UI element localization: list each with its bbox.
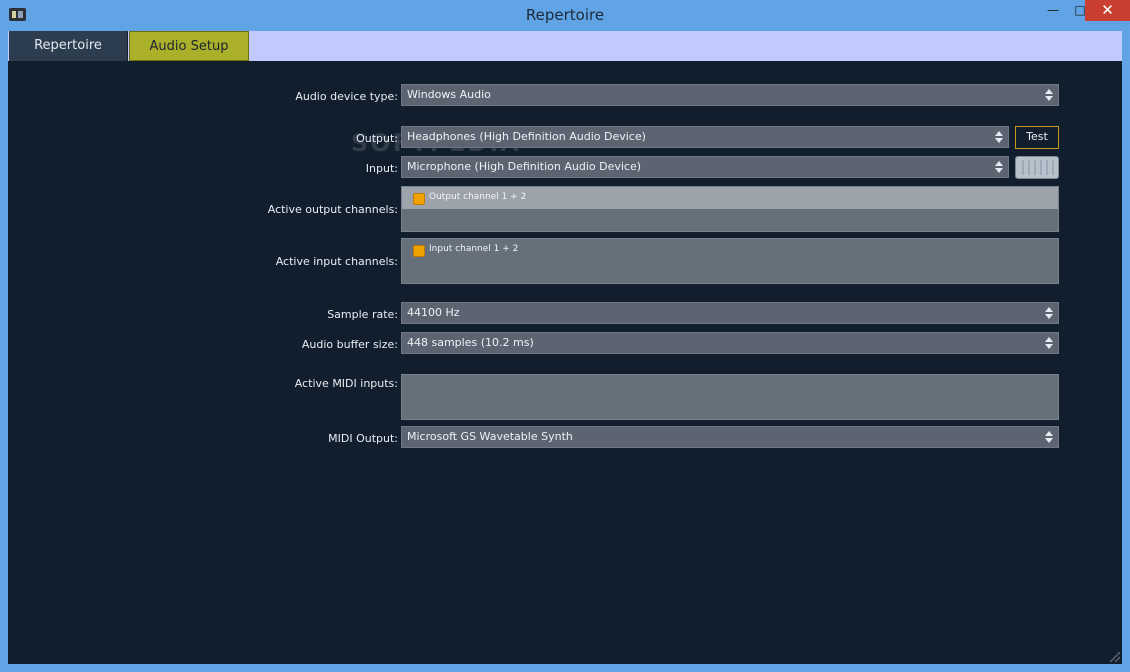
- audio-buffer-size-select[interactable]: 448 samples (10.2 ms): [401, 332, 1059, 354]
- active-input-channels-list[interactable]: Input channel 1 + 2: [401, 238, 1059, 284]
- list-item[interactable]: Input channel 1 + 2: [402, 239, 1058, 261]
- title-bar[interactable]: Repertoire — □ ✕: [0, 0, 1130, 31]
- updown-arrows-icon: [1045, 430, 1053, 444]
- active-midi-inputs-label: Active MIDI inputs:: [294, 377, 398, 390]
- sample-rate-label: Sample rate:: [327, 308, 398, 321]
- active-midi-inputs-list[interactable]: [401, 374, 1059, 420]
- sample-rate-value: 44100 Hz: [407, 306, 460, 319]
- tab-repertoire[interactable]: Repertoire: [9, 31, 128, 61]
- minimize-button[interactable]: —: [1039, 0, 1067, 21]
- updown-arrows-icon: [1045, 306, 1053, 320]
- client-area: Repertoire Audio Setup SOFTPEDIA Audio d…: [8, 31, 1122, 664]
- close-button[interactable]: ✕: [1085, 0, 1130, 21]
- test-button[interactable]: Test: [1015, 126, 1059, 149]
- sample-rate-select[interactable]: 44100 Hz: [401, 302, 1059, 324]
- list-item[interactable]: Output channel 1 + 2: [402, 187, 1058, 209]
- active-output-channels-list[interactable]: Output channel 1 + 2: [401, 186, 1059, 232]
- input-select[interactable]: Microphone (High Definition Audio Device…: [401, 156, 1009, 178]
- app-window: Repertoire — □ ✕ Repertoire Audio Setup …: [0, 0, 1130, 672]
- midi-output-select[interactable]: Microsoft GS Wavetable Synth: [401, 426, 1059, 448]
- audio-device-type-value: Windows Audio: [407, 88, 491, 101]
- checkbox-checked-icon[interactable]: [413, 193, 425, 205]
- tab-audio-setup[interactable]: Audio Setup: [129, 31, 249, 61]
- list-item-label: Output channel 1 + 2: [429, 192, 527, 202]
- midi-output-label: MIDI Output:: [328, 432, 398, 445]
- output-label: Output:: [356, 132, 398, 145]
- input-level-meter: [1015, 156, 1059, 179]
- audio-buffer-size-label: Audio buffer size:: [301, 338, 398, 351]
- list-item-label: Input channel 1 + 2: [429, 244, 519, 254]
- checkbox-checked-icon[interactable]: [413, 245, 425, 257]
- audio-device-type-label: Audio device type:: [295, 90, 398, 103]
- updown-arrows-icon: [995, 160, 1003, 174]
- audio-device-type-select[interactable]: Windows Audio: [401, 84, 1059, 106]
- updown-arrows-icon: [995, 130, 1003, 144]
- updown-arrows-icon: [1045, 88, 1053, 102]
- output-select[interactable]: Headphones (High Definition Audio Device…: [401, 126, 1009, 148]
- input-value: Microphone (High Definition Audio Device…: [407, 160, 642, 173]
- resize-grip-icon[interactable]: [1110, 652, 1120, 662]
- updown-arrows-icon: [1045, 336, 1053, 350]
- tab-bar: Repertoire Audio Setup: [8, 31, 1122, 61]
- audio-buffer-size-value: 448 samples (10.2 ms): [407, 336, 534, 349]
- input-label: Input:: [365, 162, 398, 175]
- output-value: Headphones (High Definition Audio Device…: [407, 130, 646, 143]
- midi-output-value: Microsoft GS Wavetable Synth: [407, 430, 573, 443]
- active-input-channels-label: Active input channels:: [275, 255, 398, 268]
- active-output-channels-label: Active output channels:: [267, 203, 398, 216]
- window-title: Repertoire: [525, 6, 605, 24]
